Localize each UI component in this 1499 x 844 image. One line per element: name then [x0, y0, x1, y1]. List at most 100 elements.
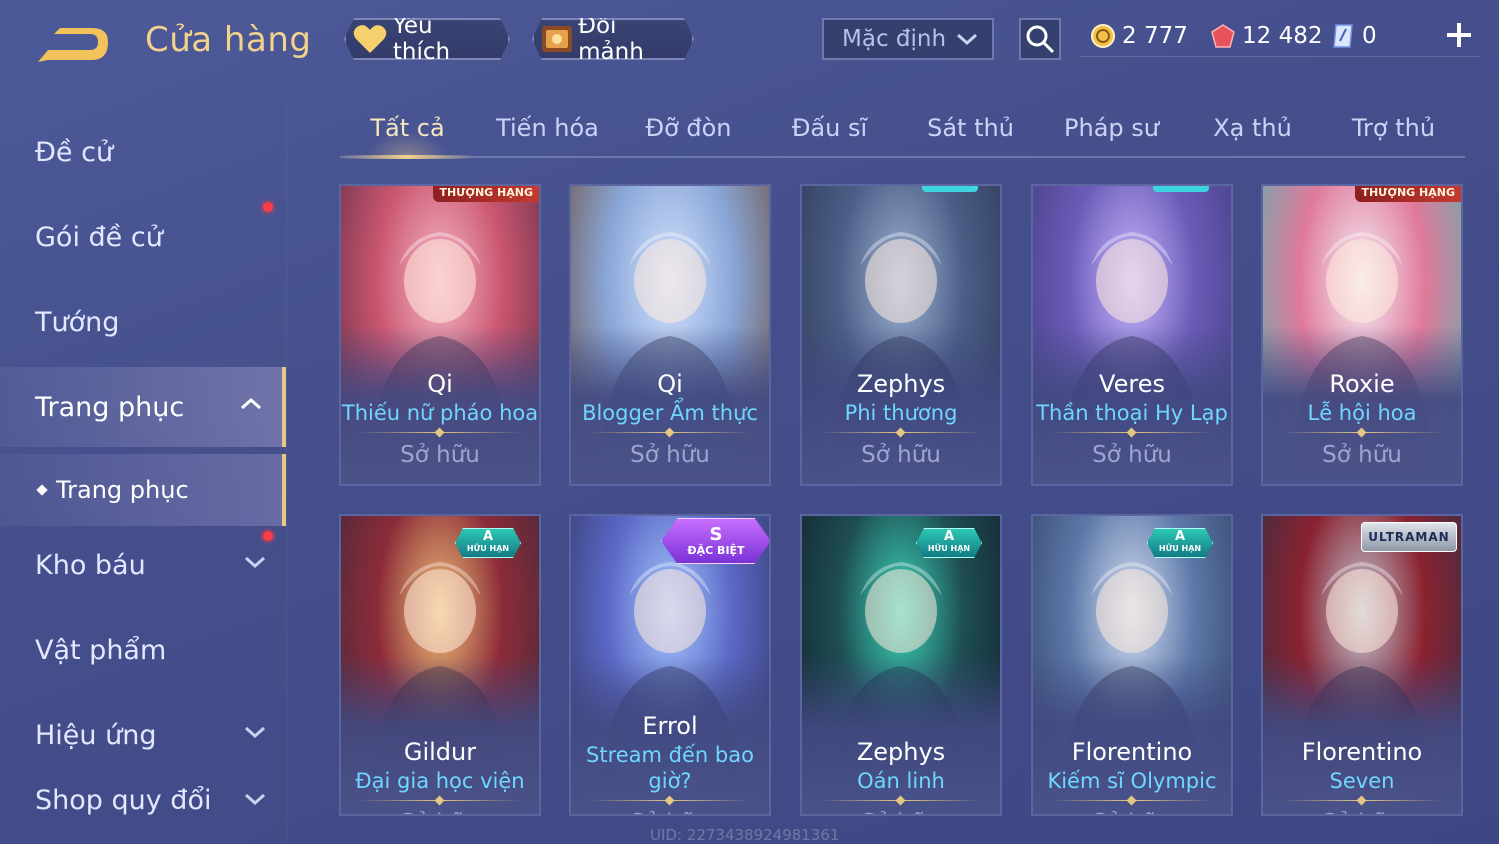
- user-id: UID: 2273438924981361: [650, 826, 840, 844]
- sidebar-item-recommended-bundles[interactable]: Gói đề cử: [0, 197, 286, 277]
- hero-name: Florentino: [1071, 738, 1193, 766]
- favorite-button[interactable]: Yêu thích: [344, 18, 510, 60]
- sidebar-item-label: Trang phục: [35, 391, 185, 423]
- gold-currency: 2 777: [1090, 18, 1188, 54]
- fragment-exchange-button[interactable]: Đổi mảnh: [532, 18, 694, 60]
- ownership-status: Sở hữu: [1322, 442, 1402, 468]
- ownership-status: Sở hữu: [400, 442, 480, 468]
- crystal-icon: [1330, 23, 1356, 49]
- sidebar: Đề cử Gói đề cử Tướng Trang phục Trang p…: [0, 100, 290, 844]
- skin-card[interactable]: Zephys Phi thương Sở hữu: [800, 184, 1002, 486]
- skin-card[interactable]: THƯỢNG HẠNG Roxie Lễ hội hoa Sở hữu: [1261, 184, 1463, 486]
- sidebar-item-exchange-shop[interactable]: Shop quy đổi: [0, 764, 286, 836]
- hero-name: Roxie: [1329, 370, 1395, 398]
- top-bar-divider: [1080, 56, 1480, 57]
- gold-amount: 2 777: [1122, 23, 1188, 49]
- sidebar-item-label: Đề cử: [35, 136, 114, 168]
- top-bar: Cửa hàng Yêu thích Đổi mảnh Mặc định 2 7…: [0, 0, 1499, 80]
- tier-badge: A HỮU HẠN: [455, 528, 521, 558]
- sidebar-item-label: Shop quy đổi: [35, 784, 212, 816]
- skin-card[interactable]: Qi Blogger Ẩm thực Sở hữu: [569, 184, 771, 486]
- skin-card[interactable]: Veres Thần thoại Hy Lạp Sở hữu: [1031, 184, 1233, 486]
- skin-card[interactable]: AHỮU HẠN Gildur Đại gia học viện Sở hữu: [339, 514, 541, 816]
- sidebar-subitem-label: Trang phục: [56, 476, 189, 504]
- rank-badge: THƯỢNG HẠNG: [433, 186, 539, 202]
- ownership-status: Sở hữu: [861, 442, 941, 468]
- top-up-button[interactable]: [1444, 20, 1474, 50]
- skin-name: Lễ hội hoa: [1307, 401, 1417, 425]
- tab-mage[interactable]: Pháp sư: [1044, 100, 1179, 156]
- plus-icon: [1447, 23, 1471, 47]
- hero-name: Florentino: [1301, 738, 1423, 766]
- tab-assassin[interactable]: Sát thủ: [903, 100, 1038, 156]
- skin-name: Thần thoại Hy Lạp: [1036, 401, 1228, 425]
- tier-letter: S: [709, 523, 723, 545]
- skin-name: Stream đến bao giờ?: [586, 743, 754, 793]
- tier-subtitle: HỮU HẠN: [1158, 544, 1202, 553]
- tab-tank[interactable]: Đỡ đòn: [621, 100, 756, 156]
- skin-name: Seven: [1329, 769, 1395, 793]
- top-accent: [922, 186, 978, 192]
- voucher-currency: 12 482: [1210, 18, 1322, 54]
- notification-dot: [263, 531, 273, 541]
- fragment-label: Đổi mảnh: [578, 13, 644, 65]
- tier-letter: A: [943, 529, 955, 544]
- sidebar-item-label: Kho báu: [35, 549, 146, 581]
- chevron-down-icon: [245, 556, 265, 569]
- ownership-status: Sở hữu: [1033, 810, 1231, 814]
- sidebar-item-label: Gói đề cử: [35, 221, 163, 253]
- ownership-status: Sở hữu: [571, 810, 769, 814]
- sidebar-item-heroes[interactable]: Tướng: [0, 282, 286, 362]
- sidebar-item-effects[interactable]: Hiệu ứng: [0, 695, 286, 775]
- hero-name: Qi: [657, 370, 683, 398]
- skin-card[interactable]: SĐẶC BIỆT Errol Stream đến bao giờ? Sở hữu: [569, 514, 771, 816]
- skin-name: Thiếu nữ pháo hoa: [341, 401, 539, 425]
- sort-dropdown[interactable]: Mặc định: [822, 18, 994, 60]
- skin-card[interactable]: AHỮU HẠN Zephys Oán linh Sở hữu: [800, 514, 1002, 816]
- tier-badge: A HỮU HẠN: [1147, 528, 1213, 558]
- sidebar-item-recommended[interactable]: Đề cử: [0, 112, 286, 192]
- category-tabs: Tất cả Tiến hóa Đỡ đòn Đấu sĩ Sát thủ Ph…: [340, 100, 1465, 159]
- skin-name: Oán linh: [857, 769, 945, 793]
- back-button[interactable]: [34, 24, 114, 66]
- tier-letter: A: [482, 529, 494, 544]
- favorite-label: Yêu thích: [392, 13, 451, 65]
- heart-icon: [352, 21, 389, 57]
- tab-fighter[interactable]: Đấu sĩ: [762, 100, 897, 156]
- sidebar-item-label: Hiệu ứng: [35, 719, 157, 751]
- hero-name: Qi: [427, 370, 453, 398]
- rank-badge: THƯỢNG HẠNG: [1355, 186, 1461, 202]
- special-tier-badge: S ĐẶC BIỆT: [661, 518, 769, 564]
- skin-name: Đại gia học viện: [355, 769, 525, 793]
- hero-name: Errol: [642, 712, 698, 740]
- tab-all[interactable]: Tất cả: [340, 100, 475, 159]
- skin-card[interactable]: AHỮU HẠN Florentino Kiếm sĩ Olympic Sở hữu: [1031, 514, 1233, 816]
- ownership-status: Sở hữu: [802, 810, 1000, 814]
- hero-name: Veres: [1099, 370, 1165, 398]
- tier-subtitle: ĐẶC BIỆT: [687, 543, 745, 557]
- skin-card[interactable]: THƯỢNG HẠNG Qi Thiếu nữ pháo hoa Sở hữu: [339, 184, 541, 486]
- search-button[interactable]: [1019, 18, 1061, 60]
- tier-badge: A HỮU HẠN: [916, 528, 982, 558]
- chevron-down-icon: [245, 793, 265, 806]
- ownership-status: Sở hữu: [630, 442, 710, 468]
- sort-label: Mặc định: [842, 26, 947, 52]
- ownership-status: Sở hữu: [1263, 810, 1461, 814]
- sidebar-subitem-skins[interactable]: Trang phục: [0, 454, 286, 526]
- sidebar-item-treasure[interactable]: Kho báu: [0, 525, 286, 605]
- notification-dot: [263, 202, 273, 212]
- sidebar-item-items[interactable]: Vật phẩm: [0, 610, 286, 690]
- tier-subtitle: HỮU HẠN: [466, 544, 510, 553]
- sidebar-item-skins[interactable]: Trang phục: [0, 367, 286, 447]
- tab-marksman[interactable]: Xạ thủ: [1185, 100, 1320, 156]
- sidebar-divider: [286, 100, 287, 844]
- tab-evolution[interactable]: Tiến hóa: [480, 100, 615, 156]
- sidebar-item-label: Vật phẩm: [35, 634, 167, 666]
- sidebar-item-label: Tướng: [35, 306, 120, 338]
- tab-support[interactable]: Trợ thủ: [1326, 100, 1461, 156]
- skin-name: Phi thương: [844, 401, 958, 425]
- skin-card[interactable]: ULTRAMAN Florentino Seven Sở hữu: [1261, 514, 1463, 816]
- hero-name: Zephys: [856, 738, 946, 766]
- gold-coin-icon: [1090, 23, 1116, 49]
- skin-grid: THƯỢNG HẠNG Qi Thiếu nữ pháo hoa Sở hữu Qi Bl…: [339, 184, 1464, 844]
